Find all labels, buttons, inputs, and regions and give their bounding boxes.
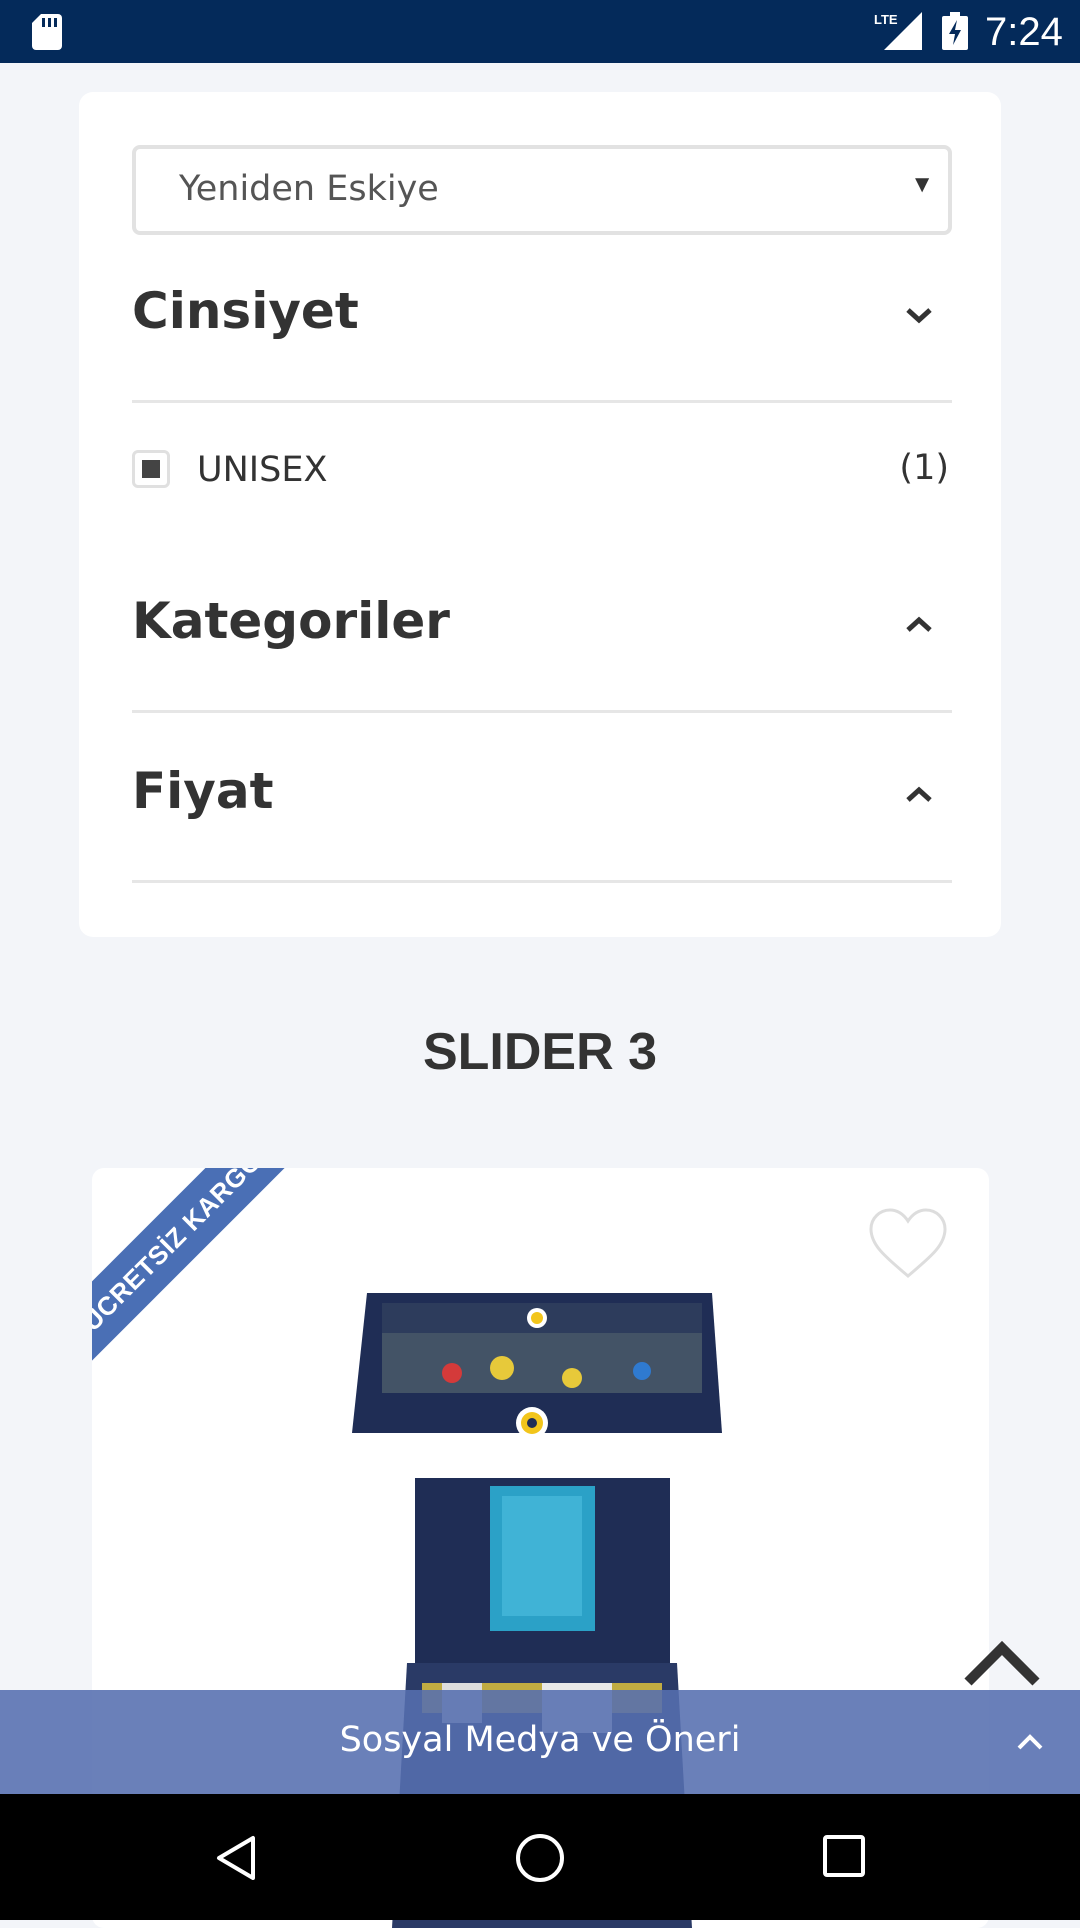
sd-card-icon	[32, 14, 62, 50]
section-title-cinsiyet[interactable]: Cinsiyet	[132, 282, 359, 340]
slider-title: SLIDER 3	[422, 1023, 658, 1081]
section-title-kategoriler[interactable]: Kategoriler	[132, 592, 450, 650]
chevron-down-icon[interactable]	[904, 305, 934, 325]
sort-select[interactable]: Yeniden Eskiye ▼	[132, 145, 952, 235]
option-count: (1)	[899, 448, 949, 488]
status-bar: LTE 7:24	[0, 0, 1080, 63]
dropdown-arrow-icon: ▼	[910, 171, 934, 198]
scroll-to-top-icon[interactable]	[962, 1640, 1042, 1688]
navigation-bar	[0, 1794, 1080, 1920]
social-media-bar[interactable]: Sosyal Medya ve Öneri	[0, 1690, 1080, 1794]
chevron-up-icon[interactable]	[904, 615, 934, 635]
divider	[132, 400, 952, 403]
chevron-up-icon[interactable]	[1015, 1732, 1045, 1752]
free-shipping-ribbon: ÜCRETSİZ KARGO	[92, 1168, 298, 1367]
lte-signal-icon: LTE	[874, 12, 922, 50]
divider	[132, 710, 952, 713]
section-title-fiyat[interactable]: Fiyat	[132, 762, 274, 820]
back-icon[interactable]	[213, 1834, 261, 1882]
network-label: LTE	[874, 12, 898, 27]
filter-panel: Yeniden Eskiye ▼ Cinsiyet UNISEX (1) Kat…	[79, 92, 1001, 937]
option-label-unisex[interactable]: UNISEX	[197, 450, 327, 490]
checkbox-check-mark	[142, 460, 160, 478]
unisex-checkbox[interactable]	[132, 450, 170, 488]
home-icon[interactable]	[514, 1832, 566, 1884]
sort-selected-value: Yeniden Eskiye	[179, 169, 439, 209]
battery-charging-icon	[942, 12, 968, 50]
status-time: 7:24	[985, 10, 1063, 54]
divider	[132, 880, 952, 883]
chevron-up-icon[interactable]	[904, 785, 934, 805]
recent-apps-icon[interactable]	[822, 1834, 866, 1878]
heart-outline-icon[interactable]	[867, 1206, 949, 1282]
social-media-bar-label: Sosyal Medya ve Öneri	[339, 1720, 741, 1760]
